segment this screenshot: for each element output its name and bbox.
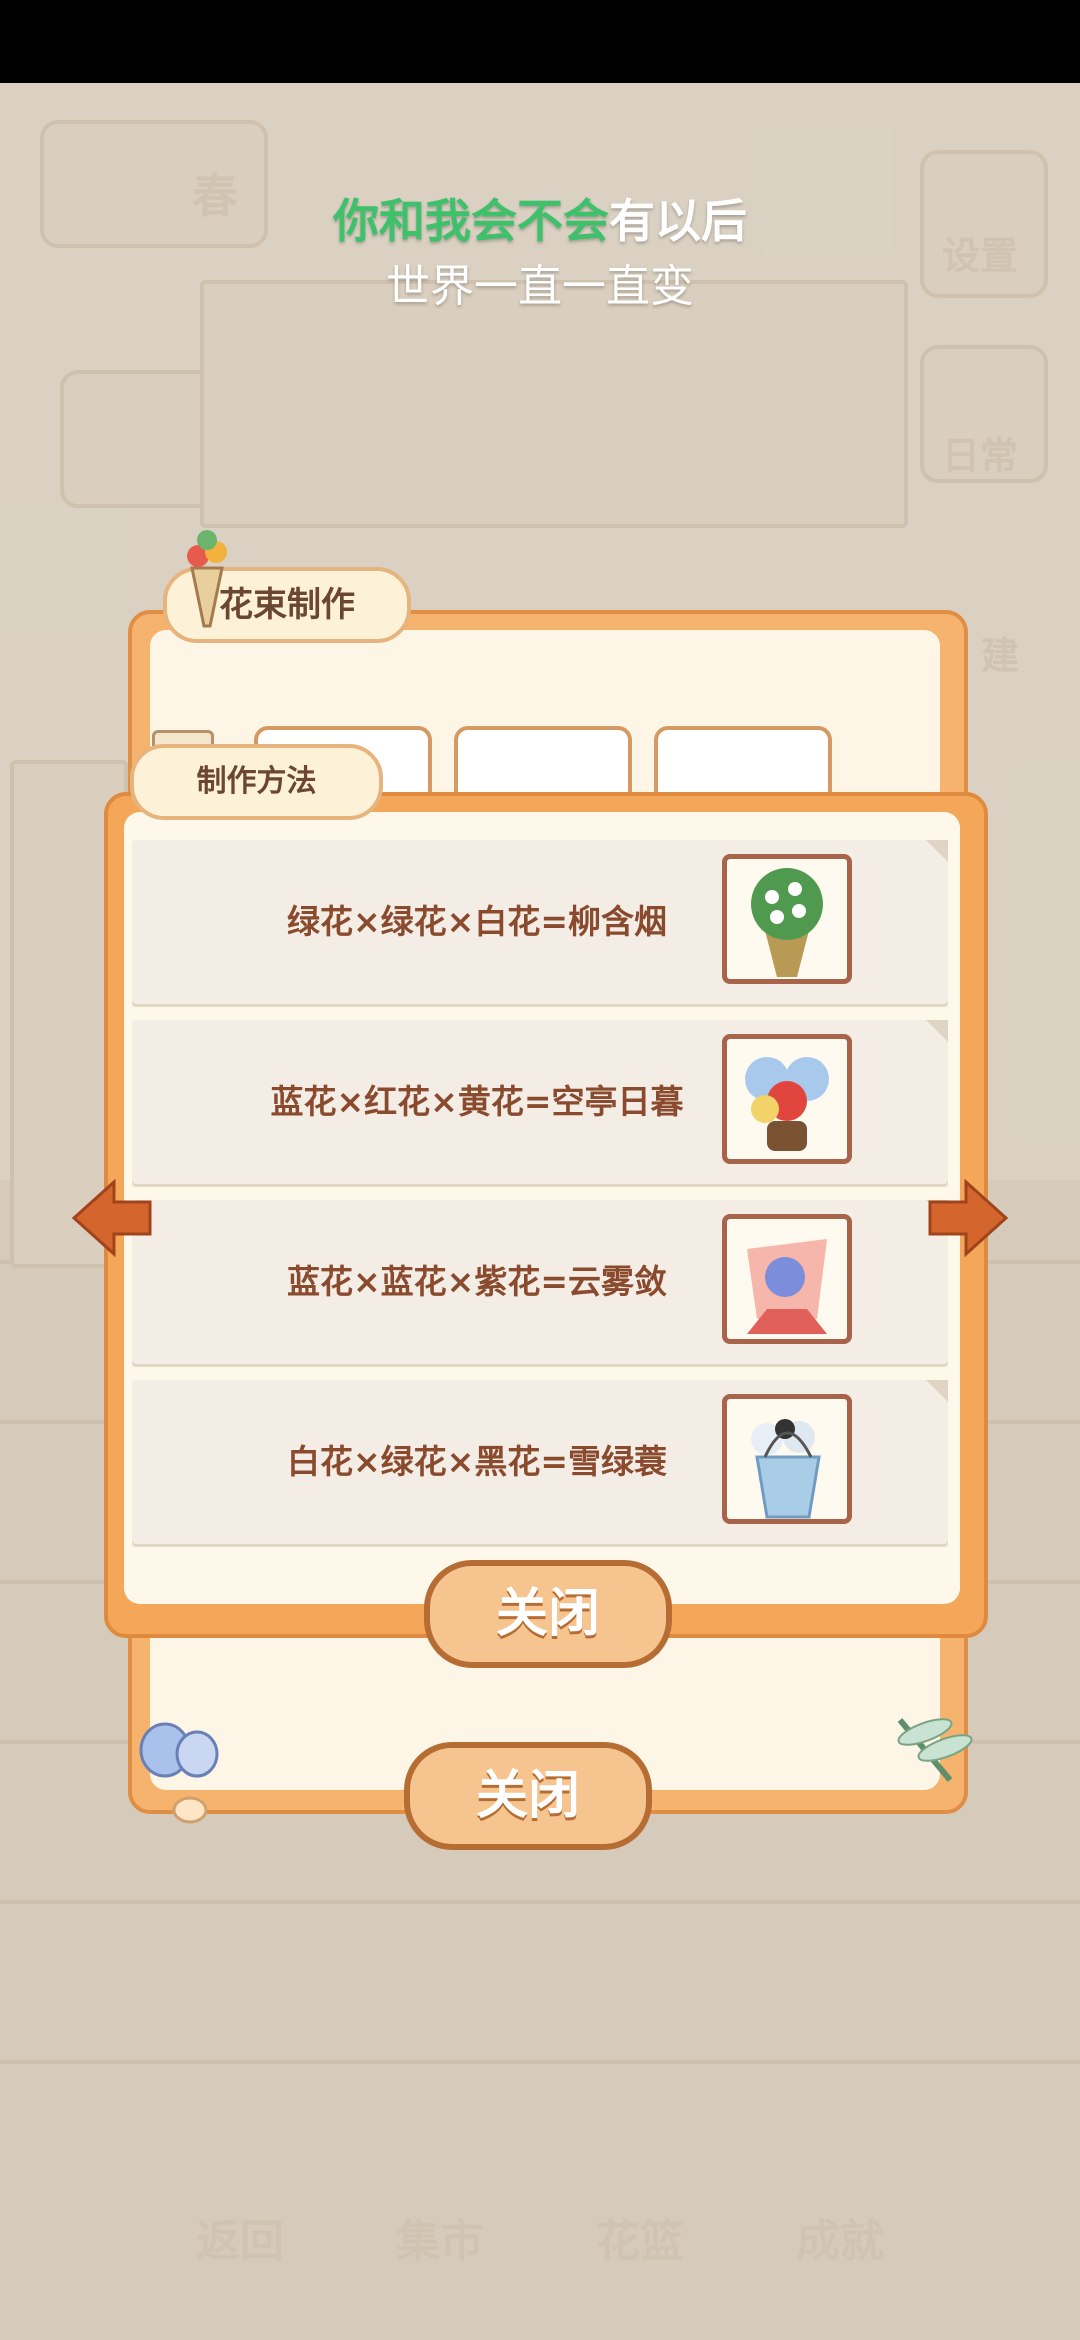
lyric-line-2: 世界一直一直变	[386, 261, 694, 312]
recipe-panel-title: 制作方法	[130, 744, 383, 820]
green-white-bouquet-image	[722, 854, 852, 984]
bouquet-close-button[interactable]: 关闭	[404, 1742, 652, 1850]
pink-purple-bouquet-image	[722, 1214, 852, 1344]
recipe-close-button[interactable]: 关闭	[424, 1560, 672, 1668]
recipe-row: 绿花×绿花×白花=柳含烟	[132, 840, 948, 1004]
lyric-highlight: 你和我会不会	[333, 194, 609, 248]
bouquet-icon	[187, 530, 227, 628]
arrow-left-icon[interactable]	[70, 1178, 154, 1258]
recipe-text: 蓝花×蓝花×紫花=云雾敛	[287, 1262, 667, 1301]
recipe-row: 蓝花×红花×黄花=空亭日暮	[132, 1020, 948, 1184]
dragonfly-icon	[897, 1718, 973, 1782]
arrow-right-icon[interactable]	[926, 1178, 1010, 1258]
lyric-rest: 有以后	[609, 194, 747, 248]
lyric-line-1: 你和我会不会有以后	[0, 185, 1080, 251]
recipe-row: 白花×绿花×黑花=雪绿蓑	[132, 1380, 948, 1544]
butterfly-icon	[139, 1722, 219, 1824]
recipe-text: 绿花×绿花×白花=柳含烟	[287, 902, 667, 941]
recipe-text: 蓝花×红花×黄花=空亭日暮	[270, 1082, 684, 1121]
white-green-bag-bouquet-image	[722, 1394, 852, 1524]
recipe-row: 蓝花×蓝花×紫花=云雾敛	[132, 1200, 948, 1364]
blue-red-yellow-bouquet-image	[722, 1034, 852, 1164]
status-bar	[0, 0, 1080, 83]
recipe-text: 白花×绿花×黑花=雪绿蓑	[287, 1442, 667, 1481]
